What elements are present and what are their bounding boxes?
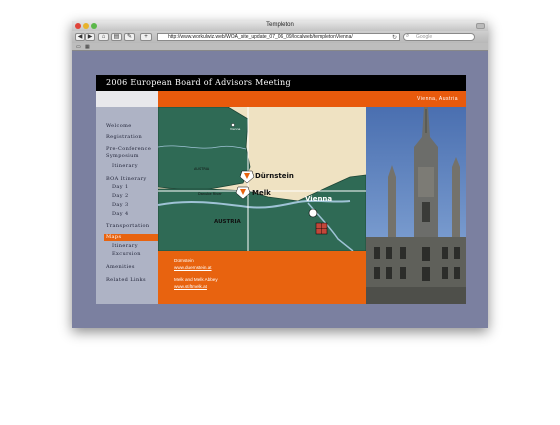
print-icon[interactable]: ▤ bbox=[111, 33, 122, 41]
edit-icon[interactable]: ✎ bbox=[124, 33, 135, 41]
nav-day-4[interactable]: Day 4 bbox=[112, 211, 129, 218]
window-title: Templeton bbox=[266, 22, 294, 28]
bookmarks-book-icon[interactable]: ▭ bbox=[76, 44, 81, 50]
site-header: 2006 European Board of Advisors Meeting bbox=[96, 75, 466, 91]
sidebar-nav: Welcome Registration Pre-Conference Symp… bbox=[96, 107, 158, 304]
nav-excursion[interactable]: Excursion bbox=[112, 251, 141, 258]
vienna-cityhall-photo bbox=[366, 107, 466, 304]
nav-maps-itinerary[interactable]: Itinerary bbox=[112, 243, 138, 250]
nav-symposium[interactable]: Symposium bbox=[106, 153, 139, 160]
toolbar-toggle-button[interactable] bbox=[476, 23, 485, 29]
title-bar: Templeton bbox=[72, 21, 488, 31]
search-icon: ⌕ bbox=[406, 33, 410, 39]
nav-boa-itinerary[interactable]: BOA Itinerary bbox=[106, 176, 147, 183]
map-label-danube: Danube River bbox=[198, 192, 222, 196]
nav-welcome[interactable]: Welcome bbox=[106, 123, 132, 130]
nav-registration[interactable]: Registration bbox=[106, 134, 142, 141]
nav-day-1[interactable]: Day 1 bbox=[112, 184, 129, 191]
nav-day-3[interactable]: Day 3 bbox=[112, 202, 129, 209]
map-label-melk: Melk bbox=[252, 189, 271, 197]
nav-maps[interactable]: Maps bbox=[104, 234, 158, 241]
browser-window: Templeton ◀ ▶ ⌂ ▤ ✎ + http://www.workulw… bbox=[72, 21, 488, 328]
reload-icon[interactable]: ↻ bbox=[392, 34, 397, 41]
map-label-austria-small: AUSTRIA bbox=[194, 167, 210, 171]
nav-day-2[interactable]: Day 2 bbox=[112, 193, 129, 200]
nav-related-links[interactable]: Related Links bbox=[106, 277, 146, 284]
forward-button[interactable]: ▶ bbox=[85, 33, 95, 41]
header-strip-left bbox=[96, 91, 158, 107]
nav-symposium-itinerary[interactable]: Itinerary bbox=[112, 163, 138, 170]
add-bookmark-button[interactable]: + bbox=[140, 33, 152, 41]
nav-pre-conference[interactable]: Pre-Conference bbox=[106, 146, 151, 153]
bookmarks-bar: ▭ ▦ bbox=[72, 43, 488, 51]
home-icon[interactable]: ⌂ bbox=[98, 33, 109, 41]
info-melk-title: Melk and Melk Abbey bbox=[174, 277, 218, 282]
back-button[interactable]: ◀ bbox=[75, 33, 85, 41]
search-input[interactable]: Google bbox=[403, 33, 475, 41]
location-label: Vienna, Austria bbox=[416, 96, 458, 102]
address-bar[interactable]: http://www.workulwiz.web/WOA_site_update… bbox=[157, 33, 400, 41]
bookmarks-grid-icon[interactable]: ▦ bbox=[85, 44, 90, 50]
region-map: AUSTRIA Vienna Dürnstein Melk Vienna Dan… bbox=[158, 107, 366, 251]
nav-transportation[interactable]: Transportation bbox=[106, 223, 150, 230]
nav-amenities[interactable]: Amenities bbox=[106, 264, 135, 271]
map-label-small-city: Vienna bbox=[230, 127, 241, 131]
browser-toolbar: ◀ ▶ ⌂ ▤ ✎ + http://www.workulwiz.web/WOA… bbox=[72, 31, 488, 43]
cityhall-image bbox=[366, 107, 466, 304]
info-melk-link[interactable]: www.stiftmelk.at bbox=[174, 284, 207, 290]
info-durnstein-link[interactable]: www.duernstein.at bbox=[174, 265, 212, 271]
excursion-info-panel: Dürnstein www.duernstein.at Melk and Mel… bbox=[158, 251, 366, 304]
web-page: 2006 European Board of Advisors Meeting … bbox=[96, 75, 466, 324]
info-durnstein-title: Dürnstein bbox=[174, 258, 194, 263]
header-strip-right: Vienna, Austria bbox=[158, 91, 466, 107]
map-label-vienna: Vienna bbox=[305, 195, 333, 203]
map-label-durnstein: Dürnstein bbox=[255, 172, 294, 180]
map-label-austria-large: AUSTRIA bbox=[214, 219, 241, 225]
